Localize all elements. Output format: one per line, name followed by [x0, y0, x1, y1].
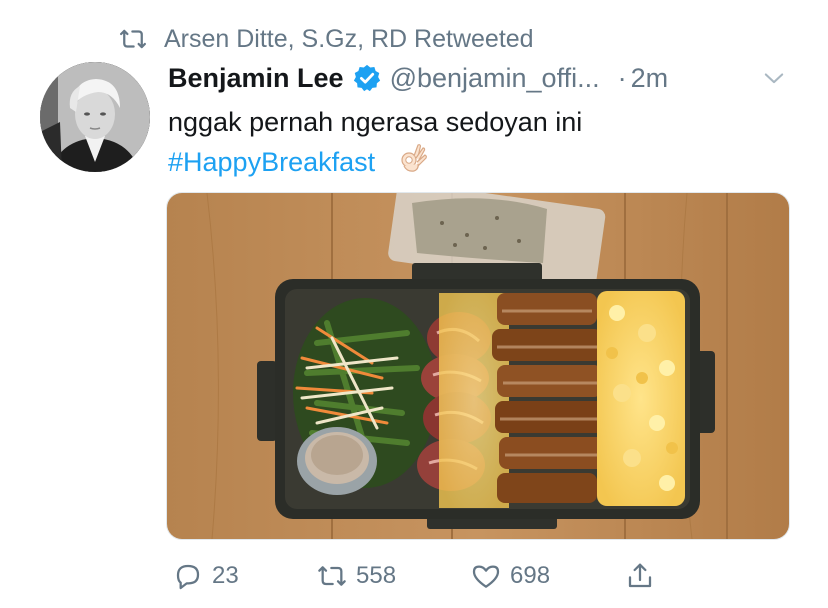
share-button[interactable] [624, 558, 664, 594]
ok-hand-emoji [397, 142, 429, 185]
retweet-button[interactable]: 558 [316, 558, 396, 594]
tweet-hashtag-line: #HappyBreakfast [168, 142, 582, 185]
author-name[interactable]: Benjamin Lee [168, 63, 344, 94]
heart-icon [472, 565, 500, 588]
verified-badge-icon [353, 64, 380, 92]
tweet-timestamp[interactable]: 2m [631, 63, 669, 94]
retweet-context[interactable]: Arsen Ditte, S.Gz, RD Retweeted [118, 22, 534, 56]
retweet-icon [318, 566, 346, 586]
retweet-count: 558 [356, 562, 397, 589]
chevron-down-icon[interactable] [760, 64, 788, 92]
tweet-header: Benjamin Lee @benjamin_offi... · 2m [168, 60, 788, 96]
like-button[interactable]: 698 [470, 558, 550, 594]
hashtag-link[interactable]: #HappyBreakfast [168, 147, 375, 177]
avatar-photo [40, 62, 150, 172]
share-icon [628, 563, 652, 588]
reply-count: 23 [212, 562, 239, 589]
reply-icon [176, 564, 200, 590]
retweet-icon [120, 29, 146, 49]
tweet-text: nggak pernah ngerasa sedoyan ini [168, 107, 583, 137]
separator-dot: · [617, 62, 627, 93]
retweet-context-text: Arsen Ditte, S.Gz, RD Retweeted [164, 24, 534, 53]
tweet-actions: 23 558 698 [172, 558, 678, 594]
tweet-media[interactable] [166, 192, 790, 540]
like-count: 698 [510, 562, 551, 589]
bento-box-photo [167, 193, 789, 539]
tweet-body: nggak pernah ngerasa sedoyan ini #HappyB… [168, 102, 582, 185]
reply-button[interactable]: 23 [172, 558, 239, 594]
author-handle[interactable]: @benjamin_offi... [390, 63, 600, 94]
avatar[interactable] [40, 62, 150, 172]
